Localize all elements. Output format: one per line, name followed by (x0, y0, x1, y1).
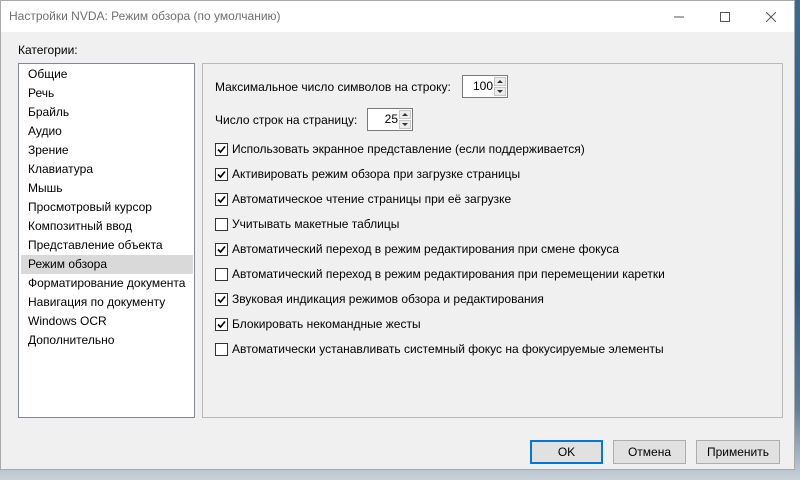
apply-button[interactable]: Применить (696, 440, 780, 464)
category-item-mouse[interactable]: Мышь (21, 179, 193, 198)
checkbox-focus-mode-on-caret[interactable]: Автоматический переход в режим редактиро… (215, 266, 665, 282)
checkbox-box[interactable] (215, 317, 228, 331)
title-bar[interactable]: Настройки NVDA: Режим обзора (по умолчан… (1, 1, 794, 32)
checkbox-auto-focus-focusable[interactable]: Автоматически устанавливать системный фо… (215, 341, 664, 357)
lines-per-page-label: Число строк на страницу: (215, 113, 358, 127)
checkbox-label: Блокировать некомандные жесты (232, 317, 421, 331)
lines-per-page-spinner[interactable]: 25 (367, 108, 413, 131)
category-item-browse-mode[interactable]: Режим обзора (21, 255, 193, 274)
ok-button[interactable]: OK (530, 440, 603, 464)
close-icon (766, 11, 776, 22)
checkbox-audio-mode-indication[interactable]: Звуковая индикация режимов обзора и реда… (215, 291, 544, 307)
checkbox-box[interactable] (215, 267, 228, 281)
checkbox-box[interactable] (215, 292, 228, 306)
checkmark-icon (217, 195, 226, 203)
close-button[interactable] (748, 1, 794, 32)
spin-down-button[interactable] (494, 87, 506, 96)
category-item-document-navigation[interactable]: Навигация по документу (21, 293, 193, 312)
checkbox-box[interactable] (215, 192, 228, 206)
category-item-general[interactable]: Общие (21, 65, 193, 84)
category-item-vision[interactable]: Зрение (21, 141, 193, 160)
category-item-document-formatting[interactable]: Форматирование документа (21, 274, 193, 293)
checkbox-label: Автоматический переход в режим редактиро… (232, 242, 620, 256)
checkbox-auto-say-all[interactable]: Автоматическое чтение страницы при её за… (215, 191, 511, 207)
lines-per-page-value: 25 (384, 112, 398, 126)
chevron-down-icon (497, 90, 503, 93)
category-item-input-composition[interactable]: Композитный ввод (21, 217, 193, 236)
checkbox-label: Звуковая индикация режимов обзора и реда… (232, 292, 544, 306)
spin-up-button[interactable] (399, 110, 411, 119)
category-item-windows-ocr[interactable]: Windows OCR (21, 312, 193, 331)
spin-down-button[interactable] (399, 120, 411, 129)
settings-panel: Максимальное число символов на строку: 1… (202, 63, 783, 418)
window-title: Настройки NVDA: Режим обзора (по умолчан… (9, 9, 281, 23)
checkbox-label: Автоматическое чтение страницы при её за… (232, 192, 512, 206)
checkbox-screen-layout[interactable]: Использовать экранное представление (есл… (215, 141, 585, 157)
checkbox-label: Использовать экранное представление (есл… (232, 142, 585, 156)
category-list[interactable]: Общие Речь Брайль Аудио Зрение Клавиатур… (18, 63, 195, 418)
checkbox-box[interactable] (215, 167, 228, 181)
spin-up-button[interactable] (494, 77, 506, 86)
category-item-audio[interactable]: Аудио (21, 122, 193, 141)
categories-label: Категории: (18, 43, 78, 57)
checkmark-icon (217, 170, 226, 178)
cancel-button[interactable]: Отмена (613, 440, 686, 464)
category-item-braille[interactable]: Брайль (21, 103, 193, 122)
checkbox-box[interactable] (215, 142, 228, 156)
minimize-button[interactable] (656, 1, 702, 32)
checkbox-box[interactable] (215, 242, 228, 256)
category-item-review-cursor[interactable]: Просмотровый курсор (21, 198, 193, 217)
chevron-up-icon (402, 113, 408, 116)
checkbox-layout-tables[interactable]: Учитывать макетные таблицы (215, 216, 399, 232)
checkbox-focus-mode-on-focus[interactable]: Автоматический переход в режим редактиро… (215, 241, 619, 257)
checkbox-box[interactable] (215, 217, 228, 231)
settings-dialog: Настройки NVDA: Режим обзора (по умолчан… (0, 0, 795, 470)
minimize-icon (674, 16, 684, 17)
checkbox-label: Активировать режим обзора при загрузке с… (232, 167, 521, 181)
checkbox-label: Автоматический переход в режим редактиро… (232, 267, 665, 281)
checkbox-label: Учитывать макетные таблицы (232, 217, 400, 231)
checkbox-trap-gestures[interactable]: Блокировать некомандные жесты (215, 316, 421, 332)
checkmark-icon (217, 295, 226, 303)
checkmark-icon (217, 145, 226, 153)
chevron-up-icon (497, 80, 503, 83)
checkbox-box[interactable] (215, 342, 228, 356)
checkbox-enable-on-load[interactable]: Активировать режим обзора при загрузке с… (215, 166, 520, 182)
category-item-keyboard[interactable]: Клавиатура (21, 160, 193, 179)
chevron-down-icon (402, 123, 408, 126)
checkmark-icon (217, 320, 226, 328)
max-chars-label: Максимальное число символов на строку: (215, 80, 451, 94)
maximize-button[interactable] (702, 1, 748, 32)
category-item-advanced[interactable]: Дополнительно (21, 331, 193, 350)
max-chars-spinner[interactable]: 100 (462, 75, 508, 98)
category-item-speech[interactable]: Речь (21, 84, 193, 103)
maximize-icon (720, 11, 730, 22)
checkbox-label: Автоматически устанавливать системный фо… (232, 342, 664, 356)
checkmark-icon (217, 245, 226, 253)
max-chars-value: 100 (472, 79, 493, 93)
category-item-object-presentation[interactable]: Представление объекта (21, 236, 193, 255)
